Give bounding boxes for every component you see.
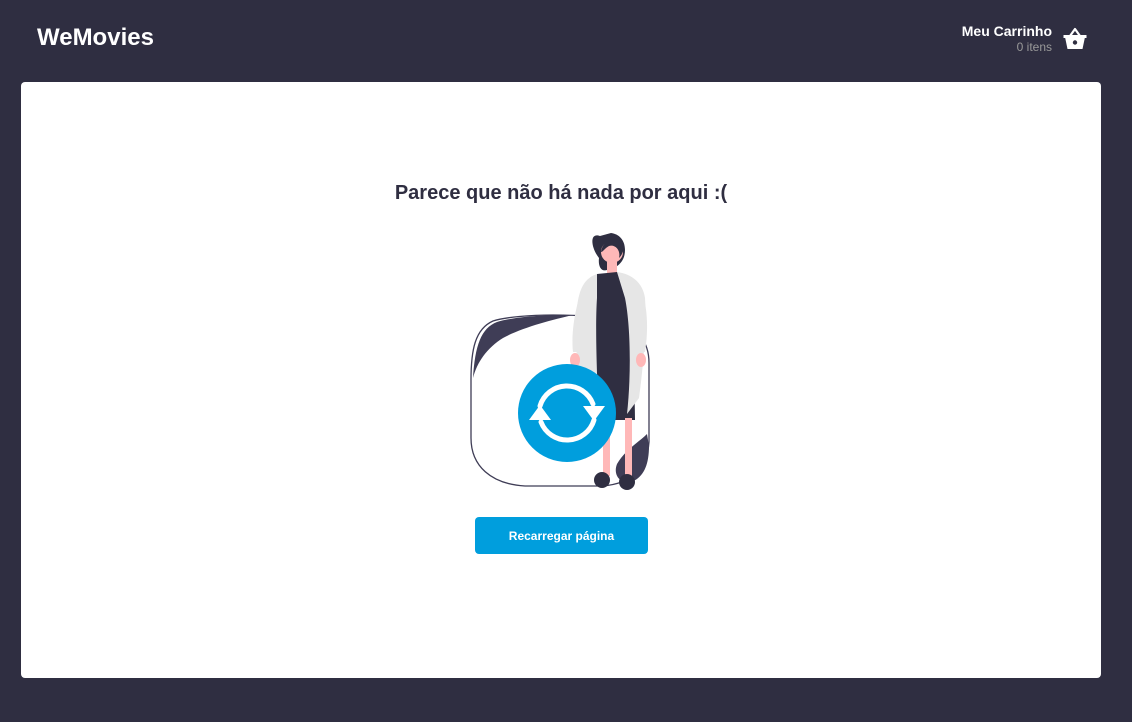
main-card: Parece que não há nada por aqui :(Recar… [21, 82, 1101, 678]
cart-item-count: 0 itens [1016, 40, 1052, 54]
woman-with-reload-illustration [470, 233, 650, 490]
empty-state-title: Parece que não há nada por aqui :( [394, 182, 728, 204]
cart-title: Meu Carrinho [961, 23, 1052, 39]
basket-icon[interactable] [1062, 26, 1088, 52]
app-logo[interactable]: WeMovies [37, 23, 154, 53]
reload-page-button[interactable]: Recarregar página [475, 517, 648, 554]
cart-text: Meu Carrinho 0 itens [962, 23, 1052, 55]
top-header: WeMovies Meu Carrinho 0 itens [0, 0, 1132, 82]
cart-button[interactable]: Meu Carrinho 0 itens [962, 22, 1088, 56]
